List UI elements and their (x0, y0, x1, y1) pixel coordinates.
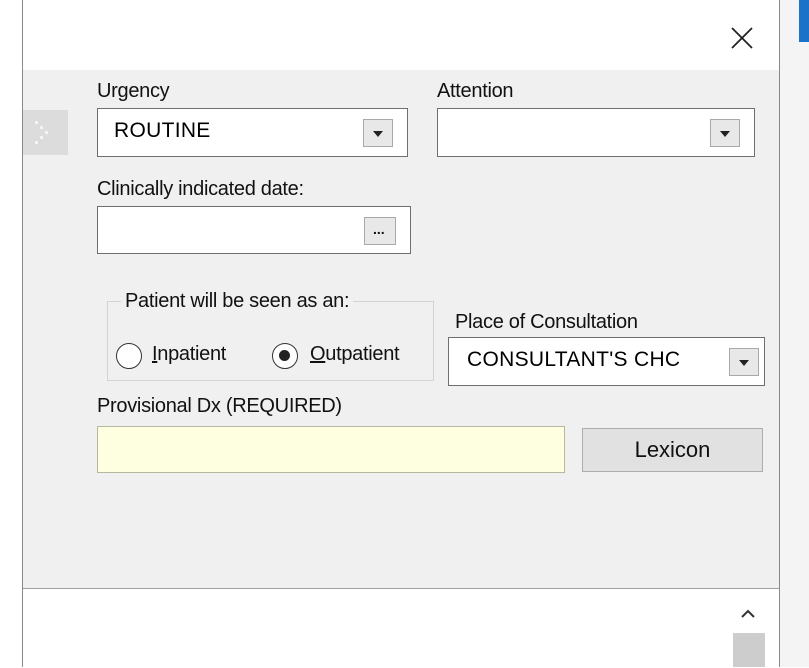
clinically-indicated-date-label: Clinically indicated date: (97, 178, 304, 200)
urgency-dropdown-button[interactable] (363, 119, 393, 147)
patient-type-legend: Patient will be seen as an: (121, 290, 354, 313)
provisional-dx-input[interactable] (97, 426, 565, 473)
urgency-select[interactable]: ROUTINE (97, 108, 408, 157)
place-of-consultation-value: CONSULTANT'S CHC (467, 348, 681, 371)
outpatient-label[interactable]: Outpatient (310, 343, 400, 366)
provisional-dx-label: Provisional Dx (REQUIRED) (97, 395, 342, 417)
place-of-consultation-dropdown-button[interactable] (729, 348, 759, 376)
lexicon-button[interactable]: Lexicon (582, 428, 763, 472)
attention-label: Attention (437, 80, 514, 102)
radio-selected-dot (279, 350, 290, 361)
close-icon (731, 27, 753, 49)
inpatient-radio[interactable] (116, 343, 142, 369)
chevron-down-icon (720, 131, 730, 137)
inpatient-label[interactable]: Inpatient (152, 343, 226, 366)
place-of-consultation-label: Place of Consultation (455, 311, 638, 333)
patient-type-group (107, 301, 434, 381)
scrollbar-thumb[interactable] (733, 633, 765, 667)
chevron-up-icon (741, 609, 755, 618)
place-of-consultation-select[interactable]: CONSULTANT'S CHC (448, 337, 765, 386)
ellipsis-icon: ... (373, 221, 385, 237)
title-bar (23, 0, 779, 70)
lower-text-area[interactable] (23, 588, 779, 668)
drag-grip-icon (35, 121, 48, 144)
chevron-down-icon (373, 131, 383, 137)
background-window-accent (799, 0, 809, 42)
attention-dropdown-button[interactable] (710, 119, 740, 147)
urgency-value: ROUTINE (114, 119, 211, 142)
urgency-label: Urgency (97, 80, 170, 102)
drag-grip-handle[interactable] (23, 110, 68, 155)
scroll-up-button[interactable] (731, 596, 765, 630)
clinically-indicated-date-field[interactable]: ... (97, 206, 411, 254)
background-window-edge (780, 0, 809, 667)
chevron-down-icon (739, 360, 749, 366)
date-picker-button[interactable]: ... (364, 217, 396, 245)
outpatient-radio[interactable] (272, 343, 298, 369)
attention-select[interactable] (437, 108, 755, 157)
close-button[interactable] (722, 20, 760, 58)
